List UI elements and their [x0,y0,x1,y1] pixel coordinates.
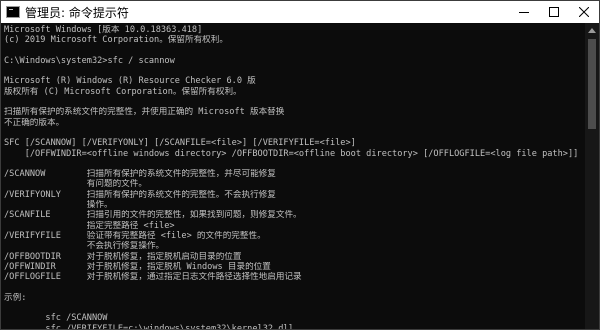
console-line: (c) 2019 Microsoft Corporation。保留所有权利。 [4,35,228,46]
console-line: /OFFWINDIR 对于脱机修复，指定脱机 Windows 目录的位置 [4,261,271,272]
console-line: 示例: [4,292,27,303]
cmd-window: 管理员: 命令提示符 Microsoft Windows [版本 10.0.18… [0,0,600,330]
console-line: 不会执行修复操作。 [4,241,165,252]
minimize-button[interactable] [509,1,539,23]
console-line: /VERIFYFILE 验证带有完整路径 <file> 的文件的完整性。 [4,230,266,241]
console-output[interactable]: Microsoft Windows [版本 10.0.18363.418] (c)… [1,23,585,329]
console-line: /OFFBOOTDIR 对于脱机修复，指定脱机启动目录的位置 [4,251,242,262]
scroll-up-button[interactable] [585,23,599,37]
console-line: 有问题的文件。 [4,179,147,190]
title-bar[interactable]: 管理员: 命令提示符 [1,1,599,23]
console-line: C:\Windows\system32>sfc / scannow [4,55,175,66]
minimize-icon [519,12,529,13]
console-line: sfc /VERIFYFILE=c:\windows\system32\kern… [4,323,294,330]
console-line: Microsoft Windows [版本 10.0.18363.418] [4,25,203,35]
scrollbar-thumb[interactable] [588,39,596,129]
console-line: SFC [/SCANNOW] [/VERIFYONLY] [/SCANFILE=… [4,138,356,149]
window-title: 管理员: 命令提示符 [25,5,129,20]
console-line: /OFFLOGFILE 对于脱机修复，通过指定日志文件路径选择性地启用记录 [4,272,302,283]
maximize-button[interactable] [539,1,569,23]
console-line: 指定完整路径 <file> [4,220,175,231]
maximize-icon [549,7,559,17]
console-line: 版权所有 (C) Microsoft Corporation。保留所有权利。 [4,86,242,97]
console-line: /SCANFILE 扫描引用的文件的完整性，如果找到问题，则修复文件。 [4,210,302,221]
close-icon [579,7,589,17]
cmd-app-icon [6,6,20,18]
console-line: /SCANNOW 扫描所有保护的系统文件的完整性，并尽可能修复 [4,169,276,180]
console-line: sfc /SCANNOW [4,313,108,324]
close-button[interactable] [569,1,599,23]
console-line: 扫描所有保护的系统文件的完整性，并使用正确的 Microsoft 版本替换 [4,107,285,118]
chevron-up-icon [588,28,596,33]
vertical-scrollbar[interactable] [585,23,599,329]
console-line: [/OFFWINDIR=<offline windows directory> … [4,148,579,159]
console-line: 不正确的版本。 [4,117,65,128]
console-line: /VERIFYONLY 扫描所有保护的系统文件的完整性。不会执行修复 [4,189,276,200]
console-line: 操作。 [4,200,113,211]
console-line: Microsoft (R) Windows (R) Resource Check… [4,76,256,87]
